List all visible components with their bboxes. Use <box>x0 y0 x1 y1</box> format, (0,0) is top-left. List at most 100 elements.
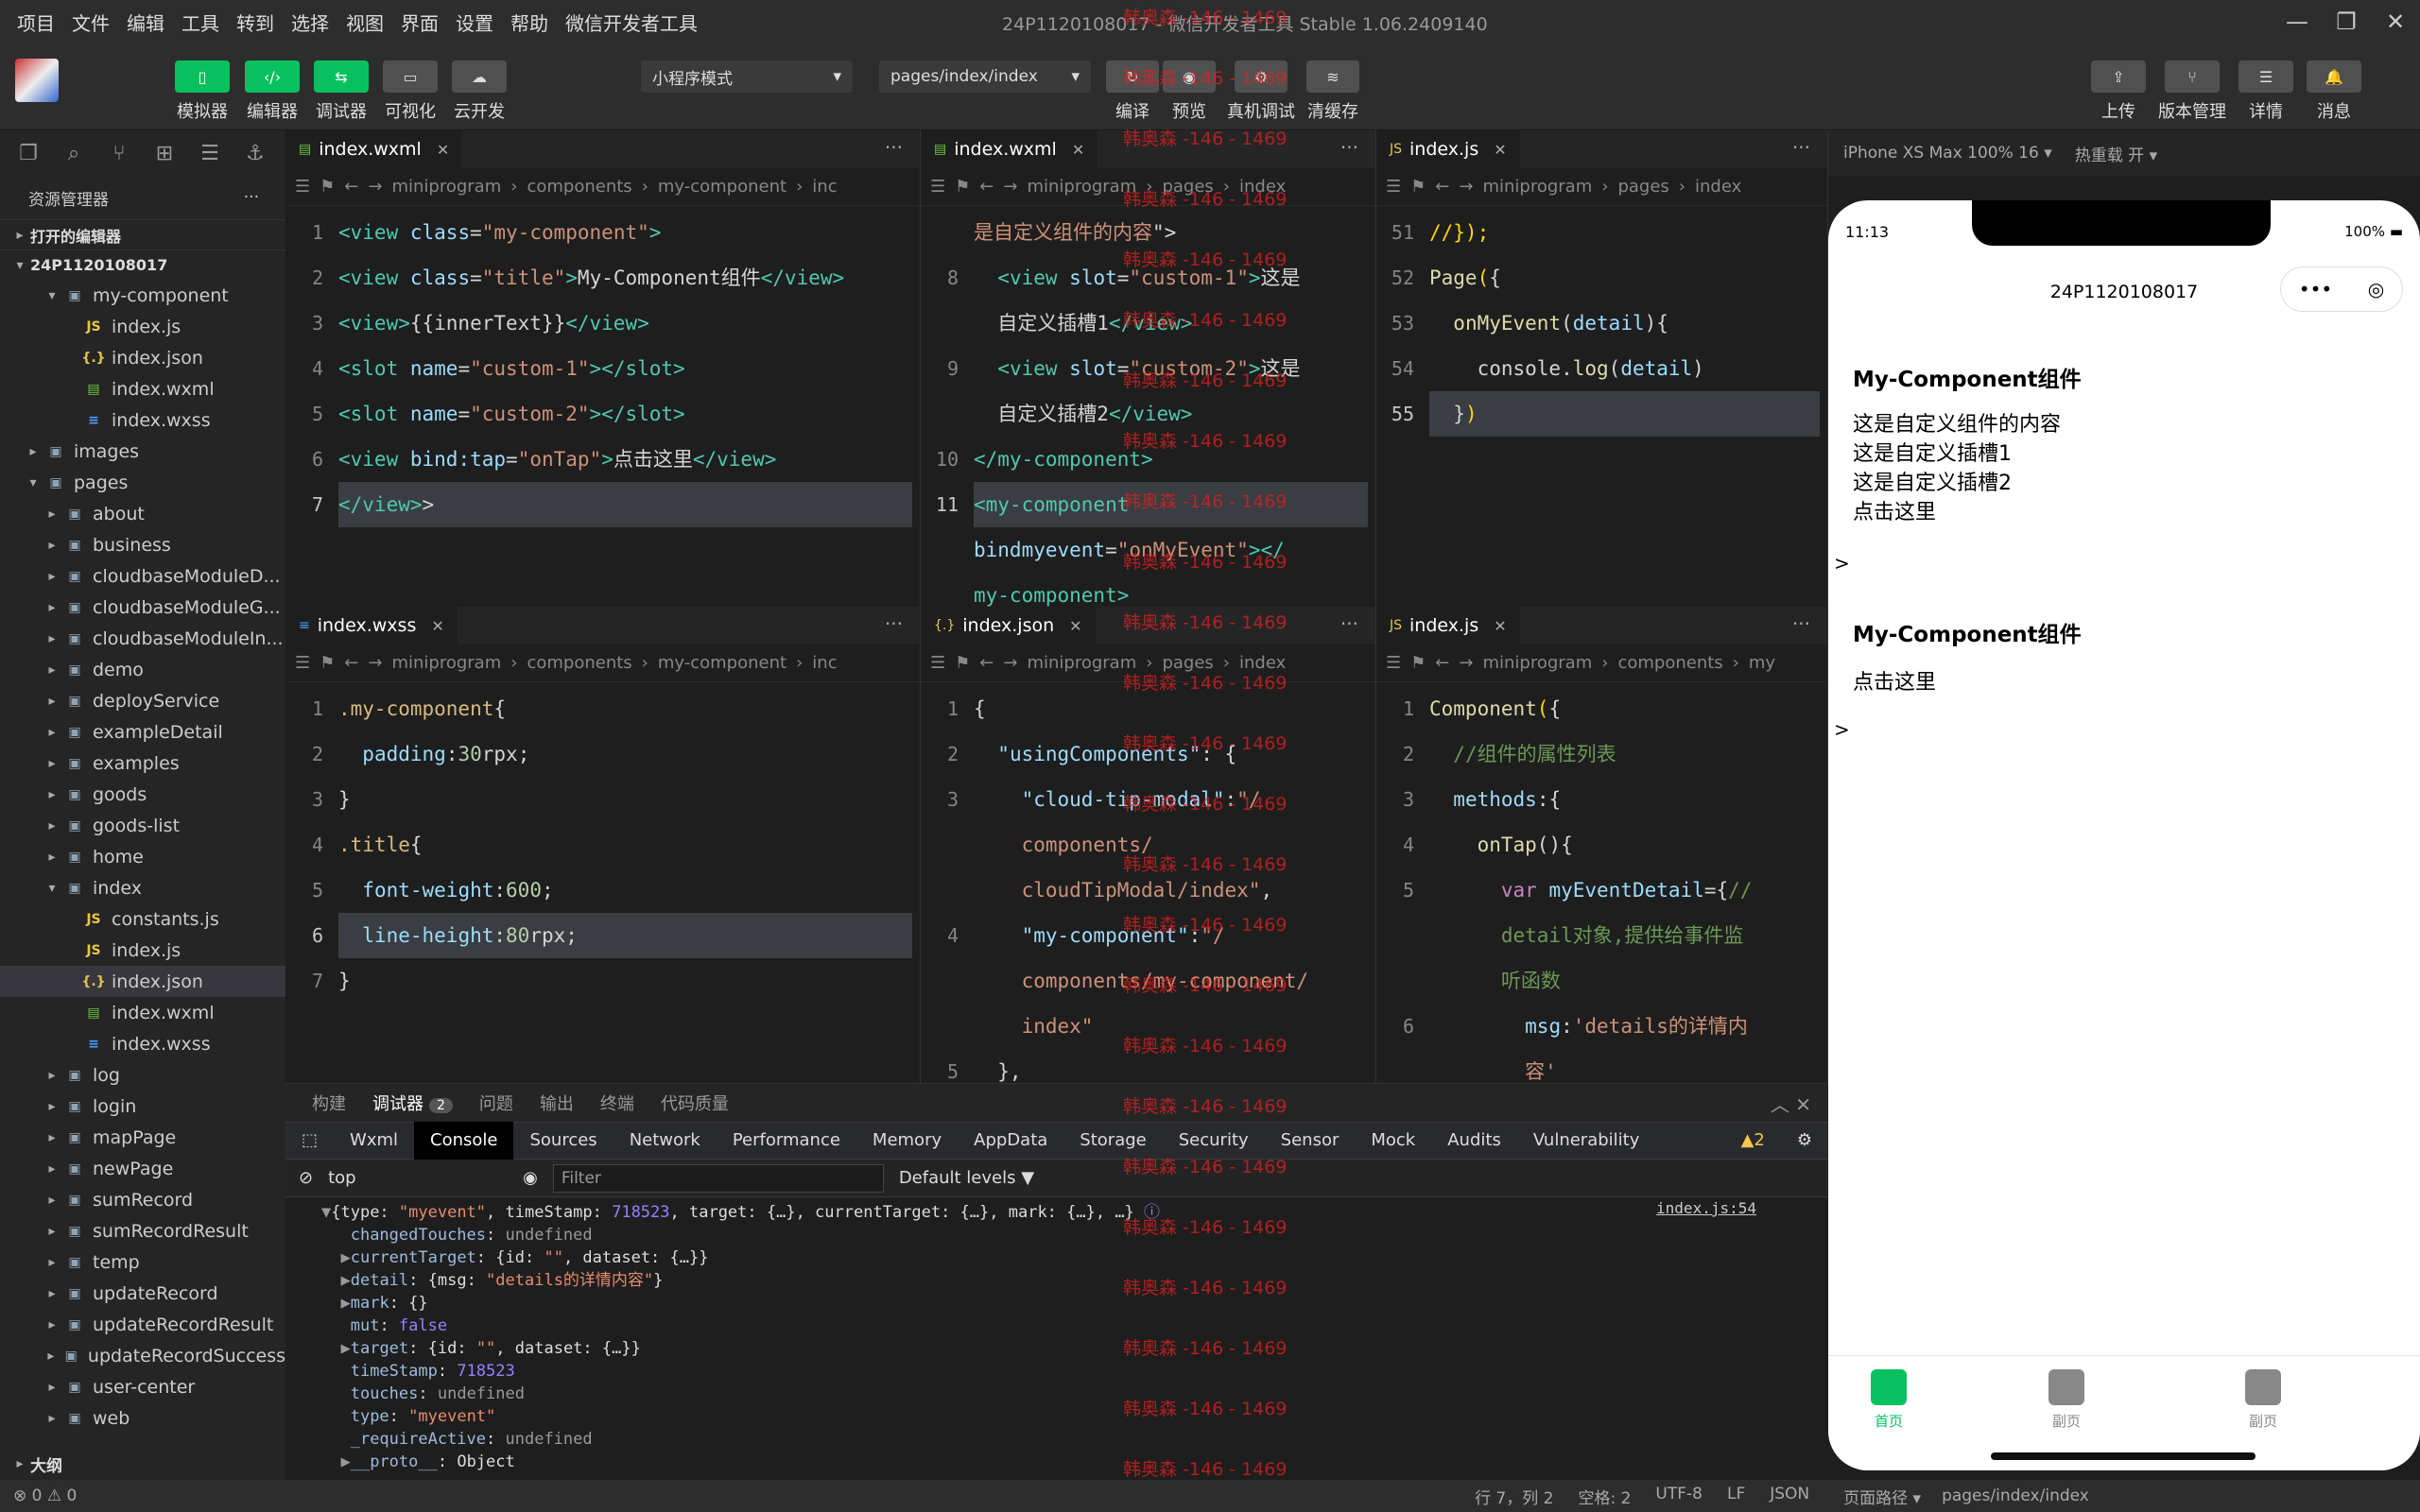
breadcrumb-item[interactable]: miniprogram <box>391 177 501 197</box>
device-select[interactable]: iPhone XS Max 100% 16 ▾ <box>1843 144 2052 163</box>
more-icon[interactable]: ··· <box>885 136 903 159</box>
close-icon[interactable]: ✕ <box>1072 141 1084 159</box>
arrow-right-icon[interactable]: → <box>368 653 382 673</box>
outline-section[interactable]: ▸ 大纲 <box>0 1448 285 1480</box>
panel-tab[interactable]: 问题 <box>479 1091 513 1115</box>
menu-item[interactable]: 文件 <box>63 9 118 36</box>
tree-item[interactable]: ▸ ▣ images <box>0 436 285 467</box>
menu-item[interactable]: 界面 <box>392 9 447 36</box>
open-editors-section[interactable]: ▸ 打开的编辑器 <box>0 219 285 249</box>
console-line[interactable]: ▶currentTarget: {id: "", dataset: {…}} <box>285 1246 1828 1269</box>
upload-button[interactable]: ⇪ <box>2091 60 2146 93</box>
close-icon[interactable]: ✕ <box>1069 617 1081 635</box>
devtools-tab[interactable]: Sources <box>513 1122 613 1160</box>
layers-button[interactable]: ≋ <box>1306 60 1359 93</box>
close-icon[interactable]: ✕ <box>1494 141 1506 159</box>
component-tap-2[interactable]: 点击这里 <box>1853 665 1936 696</box>
code-area[interactable]: 51 //}); 52 Page({53 onMyEvent(detail){54 c… <box>1376 206 1827 607</box>
console-source-link[interactable]: index.js:54 <box>1656 1199 1756 1217</box>
more-icon[interactable]: ··· <box>1340 612 1358 635</box>
tree-item[interactable]: ≡ index.wxss <box>0 404 285 436</box>
tree-item[interactable]: ▸ ▣ log <box>0 1059 285 1091</box>
chevron-up-icon[interactable]: ︿ <box>1771 1093 1789 1116</box>
files-icon[interactable]: ❐ <box>11 142 45 165</box>
breadcrumb-item[interactable]: miniprogram <box>1482 653 1592 673</box>
close-target-icon[interactable]: ◎ <box>2368 278 2384 301</box>
more-dots-icon[interactable]: ••• <box>2299 278 2332 301</box>
devtools-tab[interactable]: Performance <box>717 1122 856 1160</box>
menu-item[interactable]: 转到 <box>228 9 283 36</box>
panel-tab[interactable]: 输出 <box>540 1091 574 1115</box>
problems-count[interactable]: ⊗ 0 ⚠ 0 <box>0 1486 1475 1505</box>
breadcrumb-item[interactable]: inc <box>812 653 837 673</box>
breadcrumb-item[interactable]: components <box>527 653 631 673</box>
phone-tab[interactable]: 副页 <box>2206 1369 2320 1431</box>
devtools-tab[interactable]: Wxml <box>334 1122 414 1160</box>
menu-item[interactable]: 选择 <box>283 9 337 36</box>
console-line[interactable]: timeStamp: 718523 <box>285 1360 1828 1383</box>
filter-input[interactable]: Filter <box>552 1163 884 1193</box>
tree-item[interactable]: ▾ ▣ pages <box>0 467 285 498</box>
tree-item[interactable]: ▸ ▣ updateRecordSuccess <box>0 1340 285 1371</box>
code-area[interactable]: 1 Component({2 //组件的属性列表 3 methods:{4 onTa… <box>1376 682 1827 1083</box>
status-item[interactable]: 行 7，列 2 <box>1475 1485 1553 1508</box>
phone-tab[interactable]: 副页 <box>2010 1369 2123 1431</box>
console-line[interactable]: mut: false <box>285 1314 1828 1337</box>
breadcrumb-item[interactable]: my-component <box>658 653 786 673</box>
search-icon[interactable]: ⌕ <box>57 142 91 165</box>
docker-icon[interactable]: ⚓ <box>238 142 272 165</box>
breadcrumb-item[interactable]: miniprogram <box>1482 177 1592 197</box>
details-button[interactable]: ☰ <box>2238 60 2293 93</box>
close-icon[interactable]: ✕ <box>1789 1093 1811 1116</box>
eye-icon[interactable]: ◉ <box>523 1168 538 1188</box>
console-line[interactable]: ▼{type: "myevent", timeStamp: 718523, ta… <box>285 1201 1828 1224</box>
menu-item[interactable]: 项目 <box>0 9 63 36</box>
tree-item[interactable]: ▸ ▣ about <box>0 498 285 529</box>
arrow-right-icon[interactable]: → <box>368 177 382 197</box>
tree-item[interactable]: ▤ index.wxml <box>0 997 285 1028</box>
toolbar-button-3[interactable]: ▭ <box>383 60 438 93</box>
tree-item[interactable]: ▸ ▣ goods-list <box>0 810 285 841</box>
tree-item[interactable]: ▸ ▣ newPage <box>0 1153 285 1184</box>
arrow-right-icon[interactable]: → <box>1459 177 1473 197</box>
breadcrumb-item[interactable]: miniprogram <box>1027 653 1136 673</box>
status-item[interactable]: JSON <box>1770 1485 1809 1508</box>
menu-item[interactable]: 微信开发者工具 <box>557 9 706 36</box>
phone-tab[interactable]: 首页 <box>1832 1369 1945 1431</box>
close-icon[interactable]: ✕ <box>2371 0 2420 43</box>
status-item[interactable]: LF <box>1727 1485 1745 1508</box>
tree-item[interactable]: ▸ ▣ demo <box>0 654 285 685</box>
tree-item[interactable]: ▤ index.wxml <box>0 373 285 404</box>
tree-item[interactable]: ▸ ▣ deployService <box>0 685 285 716</box>
restore-icon[interactable]: ❐ <box>2322 0 2371 43</box>
editor-tab[interactable]: ≡ index.wxss ✕ <box>285 607 458 644</box>
arrow-right-icon[interactable]: → <box>1003 653 1017 673</box>
arrow-right-icon[interactable]: → <box>1459 653 1473 673</box>
arrow-right-icon[interactable]: → <box>1003 177 1017 197</box>
breadcrumb-item[interactable]: inc <box>812 177 837 197</box>
tree-item[interactable]: ▾ ▣ index <box>0 872 285 903</box>
more-icon[interactable]: ··· <box>1792 136 1810 159</box>
tree-item[interactable]: ▸ ▣ temp <box>0 1246 285 1278</box>
inspect-icon[interactable]: ⬚ <box>285 1122 334 1160</box>
tree-item[interactable]: ▸ ▣ business <box>0 529 285 560</box>
console-line[interactable]: ▶detail: {msg: "details的详情内容"} <box>285 1269 1828 1292</box>
panel-tab[interactable]: 终端 <box>600 1091 634 1115</box>
database-icon[interactable]: ☰ <box>193 142 227 165</box>
context-select[interactable]: top <box>328 1168 508 1188</box>
arrow-left-icon[interactable]: ← <box>344 177 358 197</box>
arrow-left-icon[interactable]: ← <box>1435 177 1449 197</box>
breadcrumb-item[interactable]: my-component <box>658 177 786 197</box>
more-icon[interactable]: ··· <box>1792 612 1810 635</box>
editor-tab[interactable]: {.} index.json ✕ <box>921 607 1096 644</box>
devtools-tab[interactable]: Network <box>614 1122 717 1160</box>
editor-tab[interactable]: JS index.js ✕ <box>1376 130 1520 168</box>
tree-item[interactable]: ▸ ▣ sumRecord <box>0 1184 285 1215</box>
extensions-icon[interactable]: ⊞ <box>147 142 182 165</box>
tree-item[interactable]: JS index.js <box>0 935 285 966</box>
more-icon[interactable]: ··· <box>244 188 259 207</box>
tree-item[interactable]: ▸ ▣ cloudbaseModuleD... <box>0 560 285 592</box>
breadcrumb-item[interactable]: pages <box>1617 177 1668 197</box>
levels-select[interactable]: Default levels ▼ <box>899 1168 1034 1188</box>
console-line[interactable]: changedTouches: undefined <box>285 1224 1828 1246</box>
